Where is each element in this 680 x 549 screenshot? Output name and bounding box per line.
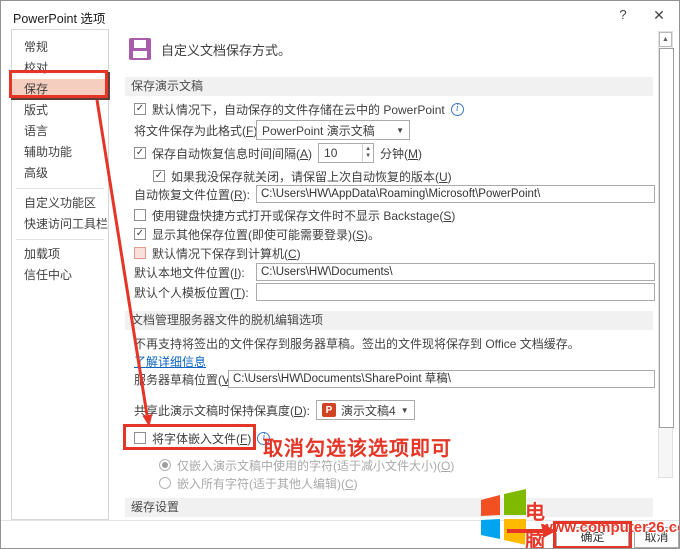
sidebar-item-customize-ribbon[interactable]: 自定义功能区: [12, 193, 108, 214]
field-label: 默认个人模板位置(T):: [134, 285, 249, 300]
server-drafts-input[interactable]: C:\Users\HW\Documents\SharePoint 草稿\: [228, 370, 655, 388]
row-fidelity: 共享此演示文稿时保持保真度(D): P 演示文稿4 ▼: [134, 400, 415, 420]
checkbox-label: 保存自动恢复信息时间间隔(A): [152, 146, 313, 161]
checkbox-unchecked-icon[interactable]: [134, 209, 146, 221]
close-icon[interactable]: ✕: [647, 5, 671, 25]
checkbox-row-autorecover-interval[interactable]: ✓ 保存自动恢复信息时间间隔(A) 10 ▲ ▼ 分钟(M): [134, 143, 423, 163]
checkbox-label: 默认情况下保存到计算机(C): [152, 246, 301, 261]
template-path-input[interactable]: [256, 283, 655, 301]
help-icon[interactable]: ?: [611, 5, 635, 25]
row-default-local-location: 默认本地文件位置(I): C:\Users\HW\Documents\: [134, 263, 655, 281]
row-default-save-format: 将文件保存为此格式(F): PowerPoint 演示文稿 ▼: [134, 120, 410, 140]
info-icon[interactable]: i: [450, 102, 464, 116]
minutes-label: 分钟(M): [380, 146, 423, 161]
annotation-box-ok-button: [553, 521, 632, 548]
titlebar: PowerPoint 选项 ? ✕: [1, 1, 679, 29]
autorecover-interval-spinner[interactable]: 10 ▲ ▼: [318, 143, 375, 163]
checkbox-row-no-backstage[interactable]: 使用键盘快捷方式打开或保存文件时不显示 Backstage(S): [134, 206, 455, 224]
scrollbar[interactable]: ▲: [658, 31, 674, 478]
checkbox-checked-icon[interactable]: ✓: [134, 228, 146, 240]
autorecover-path-input[interactable]: C:\Users\HW\AppData\Roaming\Microsoft\Po…: [256, 185, 655, 203]
radio-row-embed-all-chars: 嵌入所有字符(适于其他人编辑)(C): [159, 474, 358, 492]
row-personal-template-location: 默认个人模板位置(T):: [134, 283, 655, 301]
checkbox-checked-icon[interactable]: ✓: [134, 147, 146, 159]
scrollbar-thumb[interactable]: [659, 48, 674, 428]
windows-logo-icon: [481, 489, 526, 545]
checkbox-label: 默认情况下，自动保存的文件存储在云中的 PowerPoint: [152, 102, 445, 117]
sidebar-item-accessibility[interactable]: 辅助功能: [12, 142, 108, 163]
powerpoint-file-icon: P: [322, 403, 337, 417]
sidebar-item-quick-access-toolbar[interactable]: 快速访问工具栏: [12, 214, 108, 235]
spinner-value: 10: [324, 146, 338, 160]
learn-more-row: 了解详细信息: [134, 352, 206, 370]
learn-more-link[interactable]: 了解详细信息: [134, 353, 206, 370]
annotation-tip-text: 取消勾选该选项即可: [263, 438, 452, 460]
scroll-up-icon[interactable]: ▲: [659, 32, 672, 47]
dropdown-value: PowerPoint 演示文稿: [262, 123, 375, 138]
checkbox-row-show-other-locations[interactable]: ✓ 显示其他保存位置(即使可能需要登录)(S)。: [134, 225, 380, 243]
row-server-drafts-location: 服务器草稿位置(V): C:\Users\HW\Documents\ShareP…: [134, 370, 655, 388]
section-header-save-presentations: 保存演示文稿: [125, 77, 653, 96]
checkbox-row-save-to-computer[interactable]: 默认情况下保存到计算机(C): [134, 244, 301, 262]
radio-unselected-icon: [159, 477, 171, 489]
powerpoint-options-dialog: PowerPoint 选项 ? ✕ 常规 校对 保存 版式 语言 辅助功能 高级…: [0, 0, 680, 549]
field-label: 共享此演示文稿时保持保真度(D):: [134, 403, 311, 418]
checkbox-label: 显示其他保存位置(即使可能需要登录)(S)。: [152, 227, 381, 242]
checkbox-unchecked-icon[interactable]: [134, 247, 146, 259]
sidebar-item-language[interactable]: 语言: [12, 121, 108, 142]
sidebar-divider: [16, 188, 104, 189]
dropdown-value: 演示文稿4: [341, 403, 396, 418]
field-label: 服务器草稿位置(V):: [134, 372, 237, 387]
spinner-down-icon[interactable]: ▼: [365, 153, 371, 160]
checkbox-label: 使用键盘快捷方式打开或保存文件时不显示 Backstage(S): [152, 208, 456, 223]
local-path-input[interactable]: C:\Users\HW\Documents\: [256, 263, 655, 281]
checkbox-checked-icon[interactable]: ✓: [153, 170, 165, 182]
sidebar-item-addins[interactable]: 加载项: [12, 244, 108, 265]
offline-note: 不再支持将签出的文件保存到服务器草稿。签出的文件现将保存到 Office 文档缓…: [134, 336, 580, 351]
radio-selected-icon: [159, 459, 171, 471]
radio-label: 嵌入所有字符(适于其他人编辑)(C): [177, 476, 358, 491]
checkbox-row-keep-last-autorecover[interactable]: ✓ 如果我没保存就关闭，请保留上次自动恢复的版本(U): [153, 167, 452, 185]
spinner-buttons[interactable]: ▲ ▼: [362, 144, 373, 162]
section-header-cache-settings: 缓存设置: [125, 498, 653, 517]
field-label: 将文件保存为此格式(F):: [134, 123, 261, 138]
spinner-up-icon[interactable]: ▲: [365, 146, 371, 153]
sidebar-item-general[interactable]: 常规: [12, 37, 108, 58]
sidebar-item-trust-center[interactable]: 信任中心: [12, 265, 108, 286]
page-header-text: 自定义文档保存方式。: [161, 42, 292, 58]
field-label: 自动恢复文件位置(R):: [134, 187, 251, 202]
sidebar-divider: [16, 239, 104, 240]
annotation-box-embed-fonts: [123, 424, 256, 450]
annotation-box-save-menu: [9, 70, 108, 98]
checkbox-checked-icon[interactable]: ✓: [134, 103, 146, 115]
chevron-down-icon: ▼: [400, 405, 409, 415]
row-autorecover-location: 自动恢复文件位置(R): C:\Users\HW\AppData\Roaming…: [134, 185, 655, 203]
field-label: 默认本地文件位置(I):: [134, 265, 245, 280]
chevron-down-icon: ▼: [396, 125, 404, 135]
page-header: 自定义文档保存方式。: [129, 38, 291, 60]
sidebar-item-layout[interactable]: 版式: [12, 100, 108, 121]
sidebar: 常规 校对 保存 版式 语言 辅助功能 高级 自定义功能区 快速访问工具栏 加载…: [11, 29, 109, 520]
save-floppy-icon: [129, 38, 151, 60]
checkbox-row-autosave-cloud[interactable]: ✓ 默认情况下，自动保存的文件存储在云中的 PowerPoint i: [134, 100, 464, 118]
section-header-offline-editing: 文档管理服务器文件的脱机编辑选项: [125, 311, 653, 330]
sidebar-item-advanced[interactable]: 高级: [12, 163, 108, 184]
dialog-title: PowerPoint 选项: [13, 12, 106, 26]
checkbox-label: 如果我没保存就关闭，请保留上次自动恢复的版本(U): [171, 169, 452, 184]
format-dropdown[interactable]: PowerPoint 演示文稿 ▼: [256, 120, 410, 140]
fidelity-dropdown[interactable]: P 演示文稿4 ▼: [316, 400, 415, 420]
